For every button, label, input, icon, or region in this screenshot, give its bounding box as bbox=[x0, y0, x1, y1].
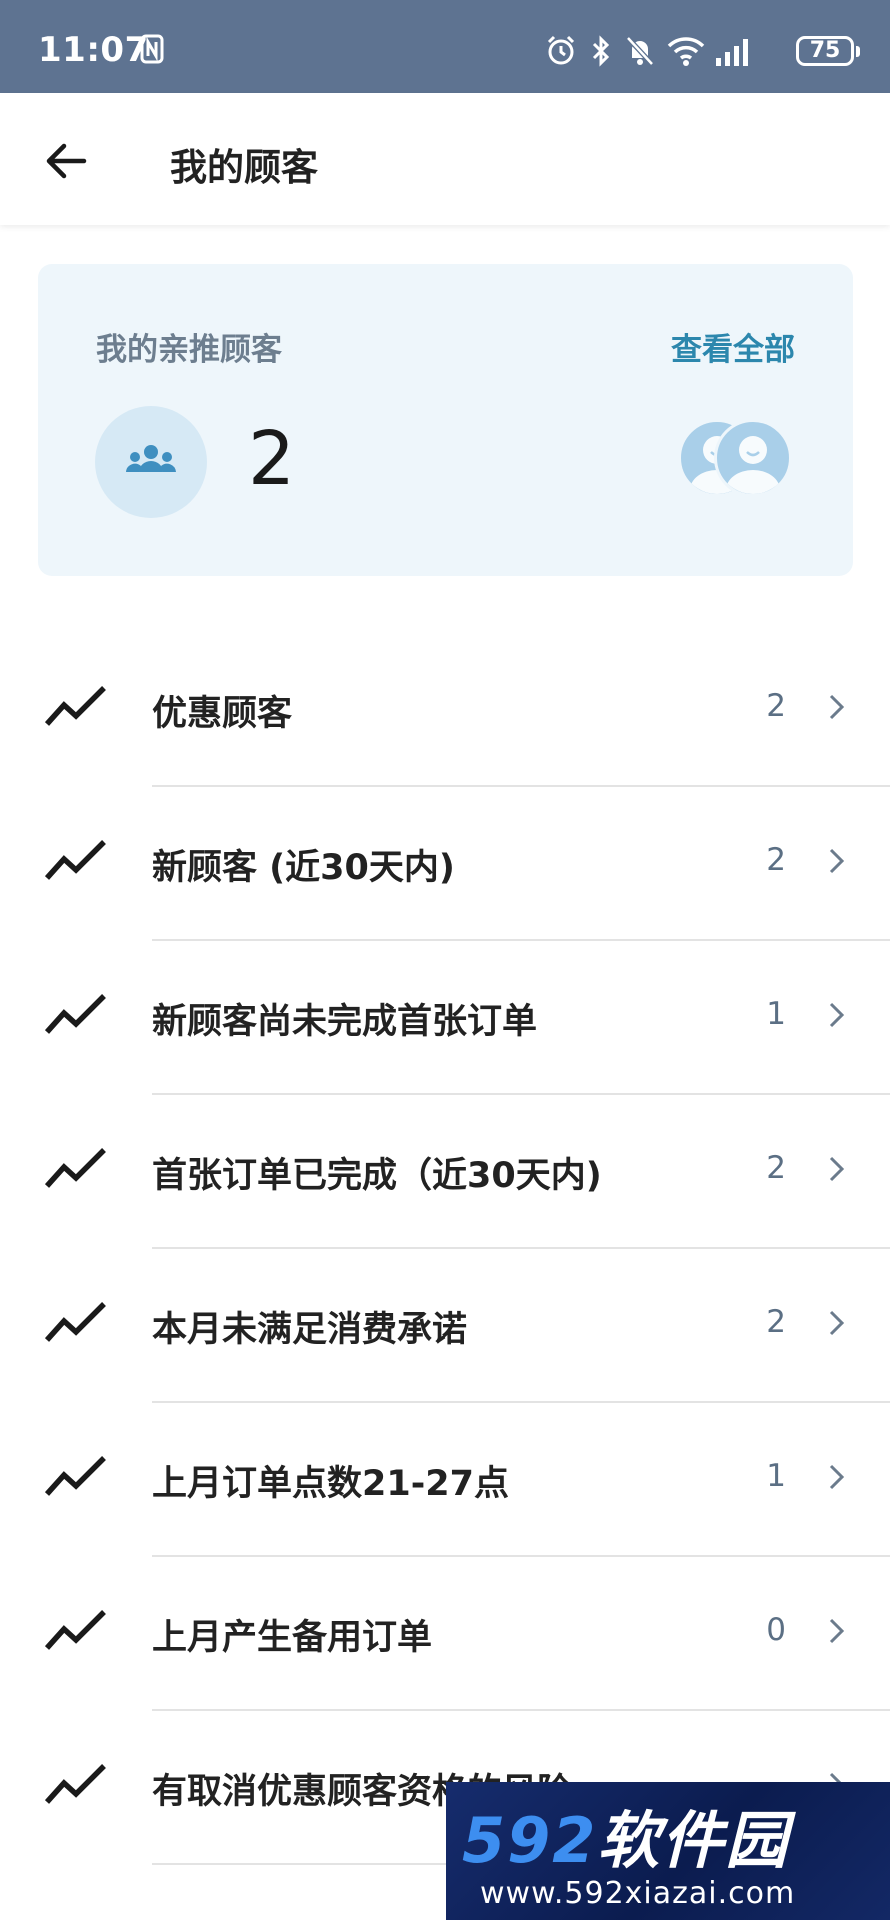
chevron-right-icon bbox=[829, 1310, 845, 1336]
chevron-right-icon bbox=[829, 1464, 845, 1490]
trend-line-icon bbox=[44, 1610, 106, 1650]
customer-count: 2 bbox=[248, 416, 296, 502]
watermark-logo-number: 592 bbox=[462, 1804, 598, 1877]
chevron-right-icon bbox=[829, 848, 845, 874]
view-all-link[interactable]: 查看全部 bbox=[671, 324, 795, 369]
list-item-count: 1 bbox=[766, 996, 786, 1032]
trend-line-icon bbox=[44, 686, 106, 726]
signal-icon bbox=[716, 39, 748, 66]
bluetooth-icon bbox=[592, 35, 610, 67]
watermark-url: www.592xiazai.com bbox=[480, 1876, 796, 1911]
list-item[interactable]: 本月未满足消费承诺 2 bbox=[0, 1249, 890, 1403]
battery-icon: 75 bbox=[796, 36, 860, 66]
chevron-right-icon bbox=[829, 1156, 845, 1182]
list-item-count: 0 bbox=[766, 1612, 786, 1648]
arrow-left-icon bbox=[46, 143, 87, 179]
list-item-label: 新顾客 (近30天内) bbox=[152, 848, 455, 888]
list-item-count: 2 bbox=[766, 1150, 786, 1186]
status-bar: 11:07 75 bbox=[0, 0, 890, 93]
trend-line-icon bbox=[44, 840, 106, 880]
list-item[interactable]: 上月订单点数21-27点 1 bbox=[0, 1403, 890, 1557]
list-item[interactable]: 优惠顾客 2 bbox=[0, 633, 890, 787]
battery-level: 75 bbox=[809, 38, 841, 63]
watermark-logo-text: 软件园 bbox=[597, 1804, 790, 1877]
list-item-label: 优惠顾客 bbox=[152, 694, 293, 734]
trend-line-icon bbox=[44, 1764, 106, 1804]
status-time: 11:07 bbox=[38, 30, 149, 70]
chevron-right-icon bbox=[829, 694, 845, 720]
wifi-icon bbox=[667, 37, 705, 66]
list-item[interactable]: 新顾客尚未完成首张订单 1 bbox=[0, 941, 890, 1095]
watermark: 592软件园 www.592xiazai.com bbox=[446, 1782, 890, 1920]
mute-icon bbox=[626, 36, 654, 66]
list-item-count: 2 bbox=[766, 1304, 786, 1340]
trend-line-icon bbox=[44, 1302, 106, 1342]
app-bar: 我的顾客 bbox=[0, 93, 890, 225]
people-group-icon bbox=[95, 406, 207, 518]
list-item[interactable]: 上月产生备用订单 0 bbox=[0, 1557, 890, 1711]
back-button[interactable] bbox=[40, 133, 96, 189]
list-item-count: 2 bbox=[766, 688, 786, 724]
trend-line-icon bbox=[44, 994, 106, 1034]
trend-line-icon bbox=[44, 1456, 106, 1496]
nfc-icon bbox=[140, 34, 164, 68]
watermark-logo: 592软件园 bbox=[462, 1790, 789, 1880]
alarm-icon bbox=[547, 35, 575, 65]
list-item-count: 1 bbox=[766, 1458, 786, 1494]
trend-line-icon bbox=[44, 1148, 106, 1188]
list-item-label: 本月未满足消费承诺 bbox=[152, 1310, 468, 1350]
list-item-label: 上月订单点数21-27点 bbox=[152, 1464, 509, 1504]
avatar-icon[interactable] bbox=[714, 419, 792, 497]
list-item-label: 新顾客尚未完成首张订单 bbox=[152, 1002, 538, 1042]
card-label: 我的亲推顾客 bbox=[96, 332, 282, 368]
chevron-right-icon bbox=[829, 1002, 845, 1028]
customer-category-list: 优惠顾客 2 新顾客 (近30天内) 2 新顾客尚未完成首张订单 1 首张订单已… bbox=[0, 633, 890, 1865]
referred-customers-card: 我的亲推顾客 查看全部 2 bbox=[38, 264, 853, 576]
page-title: 我的顾客 bbox=[170, 146, 318, 189]
chevron-right-icon bbox=[829, 1618, 845, 1644]
list-item[interactable]: 新顾客 (近30天内) 2 bbox=[0, 787, 890, 941]
list-item[interactable]: 首张订单已完成（近30天内) 2 bbox=[0, 1095, 890, 1249]
list-item-count: 2 bbox=[766, 842, 786, 878]
list-item-label: 上月产生备用订单 bbox=[152, 1618, 433, 1658]
list-item-label: 首张订单已完成（近30天内) bbox=[152, 1156, 602, 1196]
